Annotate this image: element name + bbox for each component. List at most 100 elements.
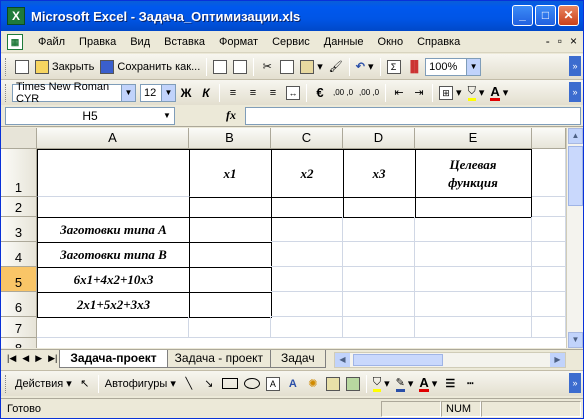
cell-a4[interactable]: Заготовки типа В — [37, 242, 190, 268]
arrow-button[interactable]: ↘ — [199, 374, 219, 394]
line-button[interactable]: ╲ — [179, 374, 199, 394]
formula-input[interactable] — [245, 106, 581, 125]
align-left-button[interactable]: ≡ — [223, 83, 243, 103]
cell-d2[interactable] — [343, 197, 416, 218]
menu-help[interactable]: Справка — [410, 36, 467, 48]
cell-f3[interactable] — [532, 217, 566, 242]
cell-f4[interactable] — [532, 242, 566, 267]
toolbar-grip[interactable] — [5, 374, 8, 393]
autoshapes-menu[interactable]: Автофигуры ▾ — [102, 374, 179, 394]
font-size-select[interactable]: 12 ▼ — [140, 83, 176, 102]
cell-e4[interactable] — [415, 242, 532, 267]
cell-b6[interactable] — [189, 292, 272, 318]
menu-insert[interactable]: Вставка — [157, 36, 212, 48]
decrease-indent-button[interactable]: ⇤ — [389, 83, 409, 103]
italic-button[interactable]: К — [196, 83, 216, 103]
cell-b5[interactable] — [189, 267, 272, 293]
insert-function-icon[interactable]: fx — [217, 108, 245, 123]
cell-e5[interactable] — [415, 267, 532, 292]
horizontal-scrollbar[interactable]: ◀ ▶ — [334, 352, 566, 368]
line-style-button[interactable]: ☰ — [440, 374, 460, 394]
menu-data[interactable]: Данные — [317, 36, 371, 48]
draw-font-color-button[interactable]: A ▾ — [416, 374, 440, 394]
textbox-button[interactable]: A — [263, 374, 283, 394]
merge-center-button[interactable]: ↔ — [283, 83, 303, 103]
cell-b1[interactable]: x1 — [189, 149, 272, 198]
cell-c4[interactable] — [271, 242, 343, 267]
cell-d6[interactable] — [343, 292, 415, 317]
cell-f5[interactable] — [532, 267, 566, 292]
prev-sheet-icon[interactable]: ◀ — [22, 353, 29, 364]
bold-button[interactable]: Ж — [176, 83, 196, 103]
row-header-2[interactable]: 2 — [1, 197, 37, 217]
column-header-d[interactable]: D — [343, 128, 415, 149]
diagram-button[interactable]: ✺ — [303, 374, 323, 394]
font-select[interactable]: Times New Roman CYR ▼ — [12, 81, 136, 105]
row-header-4[interactable]: 4 — [1, 242, 37, 267]
cell-d1[interactable]: x3 — [343, 149, 416, 198]
column-header-a[interactable]: A — [37, 128, 189, 149]
insert-function-button[interactable]: Σ — [384, 57, 404, 77]
new-document-button[interactable] — [12, 57, 32, 77]
clipart-button[interactable] — [323, 374, 343, 394]
oval-button[interactable] — [241, 374, 263, 394]
wordart-button[interactable]: A — [283, 374, 303, 394]
sheet-tab-active[interactable]: Задача-проект — [59, 350, 168, 368]
print-button[interactable] — [210, 57, 230, 77]
cell-d4[interactable] — [343, 242, 415, 267]
cell-c5[interactable] — [271, 267, 343, 292]
increase-indent-button[interactable]: ⇥ — [409, 83, 429, 103]
cell-f7[interactable] — [532, 317, 566, 338]
menu-format[interactable]: Формат — [212, 36, 265, 48]
cell-e6[interactable] — [415, 292, 532, 317]
cell-f2[interactable] — [532, 197, 566, 217]
name-box[interactable]: H5 ▼ — [5, 106, 175, 125]
workbook-icon[interactable]: ▦ — [7, 33, 23, 50]
toolbar-grip[interactable] — [5, 57, 8, 76]
align-right-button[interactable]: ≡ — [263, 83, 283, 103]
select-all-corner[interactable] — [1, 128, 37, 149]
rectangle-button[interactable] — [219, 374, 241, 394]
align-center-button[interactable]: ≡ — [243, 83, 263, 103]
cell-e2[interactable] — [415, 197, 532, 218]
row-header-5[interactable]: 5 — [1, 267, 37, 292]
cell-f6[interactable] — [532, 292, 566, 317]
line-color-button[interactable]: ✎ ▾ — [393, 374, 417, 394]
spreadsheet-grid[interactable]: A B C D E 1 2 3 4 5 6 7 8 x1 x2 x3 Целев… — [1, 128, 583, 348]
cell-a7[interactable] — [37, 317, 189, 338]
row-header-1[interactable]: 1 — [1, 149, 37, 197]
borders-button[interactable]: ⊞ ▾ — [436, 83, 465, 103]
horizontal-scroll-thumb[interactable] — [353, 354, 443, 366]
cell-b3[interactable] — [189, 217, 272, 243]
toolbar-options-button[interactable]: » — [569, 373, 581, 393]
cell-c1[interactable]: x2 — [271, 149, 344, 198]
sheet-tab[interactable]: Задач — [270, 350, 326, 368]
cell-a2[interactable] — [37, 197, 190, 218]
toolbar-options-button[interactable]: » — [569, 56, 581, 76]
decrease-decimal-button[interactable]: ,00 ,0 — [356, 83, 382, 103]
cell-f1[interactable] — [532, 149, 566, 197]
dash-style-button[interactable]: ┅ — [460, 374, 480, 394]
cell-c7[interactable] — [271, 317, 343, 338]
cut-button[interactable]: ✂ — [257, 57, 277, 77]
insert-picture-button[interactable] — [343, 374, 363, 394]
scroll-left-icon[interactable]: ◀ — [335, 353, 350, 367]
cell-b7[interactable] — [189, 317, 271, 338]
increase-decimal-button[interactable]: ,00 ,0 — [330, 83, 356, 103]
cell-a3[interactable]: Заготовки типа А — [37, 217, 190, 243]
select-objects-button[interactable]: ↖ — [75, 374, 95, 394]
maximize-button[interactable]: □ — [535, 5, 556, 26]
cell-e7[interactable] — [415, 317, 532, 338]
cell-a5[interactable]: 6x1+4x2+10x3 — [37, 267, 190, 293]
vertical-scroll-thumb[interactable] — [568, 146, 583, 206]
cell-d3[interactable] — [343, 217, 415, 242]
cell-c3[interactable] — [271, 217, 343, 242]
cell-d5[interactable] — [343, 267, 415, 292]
row-header-3[interactable]: 3 — [1, 217, 37, 242]
sheet-tab[interactable]: Задача - проект — [163, 350, 274, 368]
cell-a6[interactable]: 2x1+5x2+3x3 — [37, 292, 190, 318]
last-sheet-icon[interactable]: ▶| — [48, 353, 57, 364]
chevron-down-icon[interactable]: ▼ — [161, 84, 175, 101]
menu-edit[interactable]: Правка — [72, 36, 123, 48]
cell-d7[interactable] — [343, 317, 415, 338]
